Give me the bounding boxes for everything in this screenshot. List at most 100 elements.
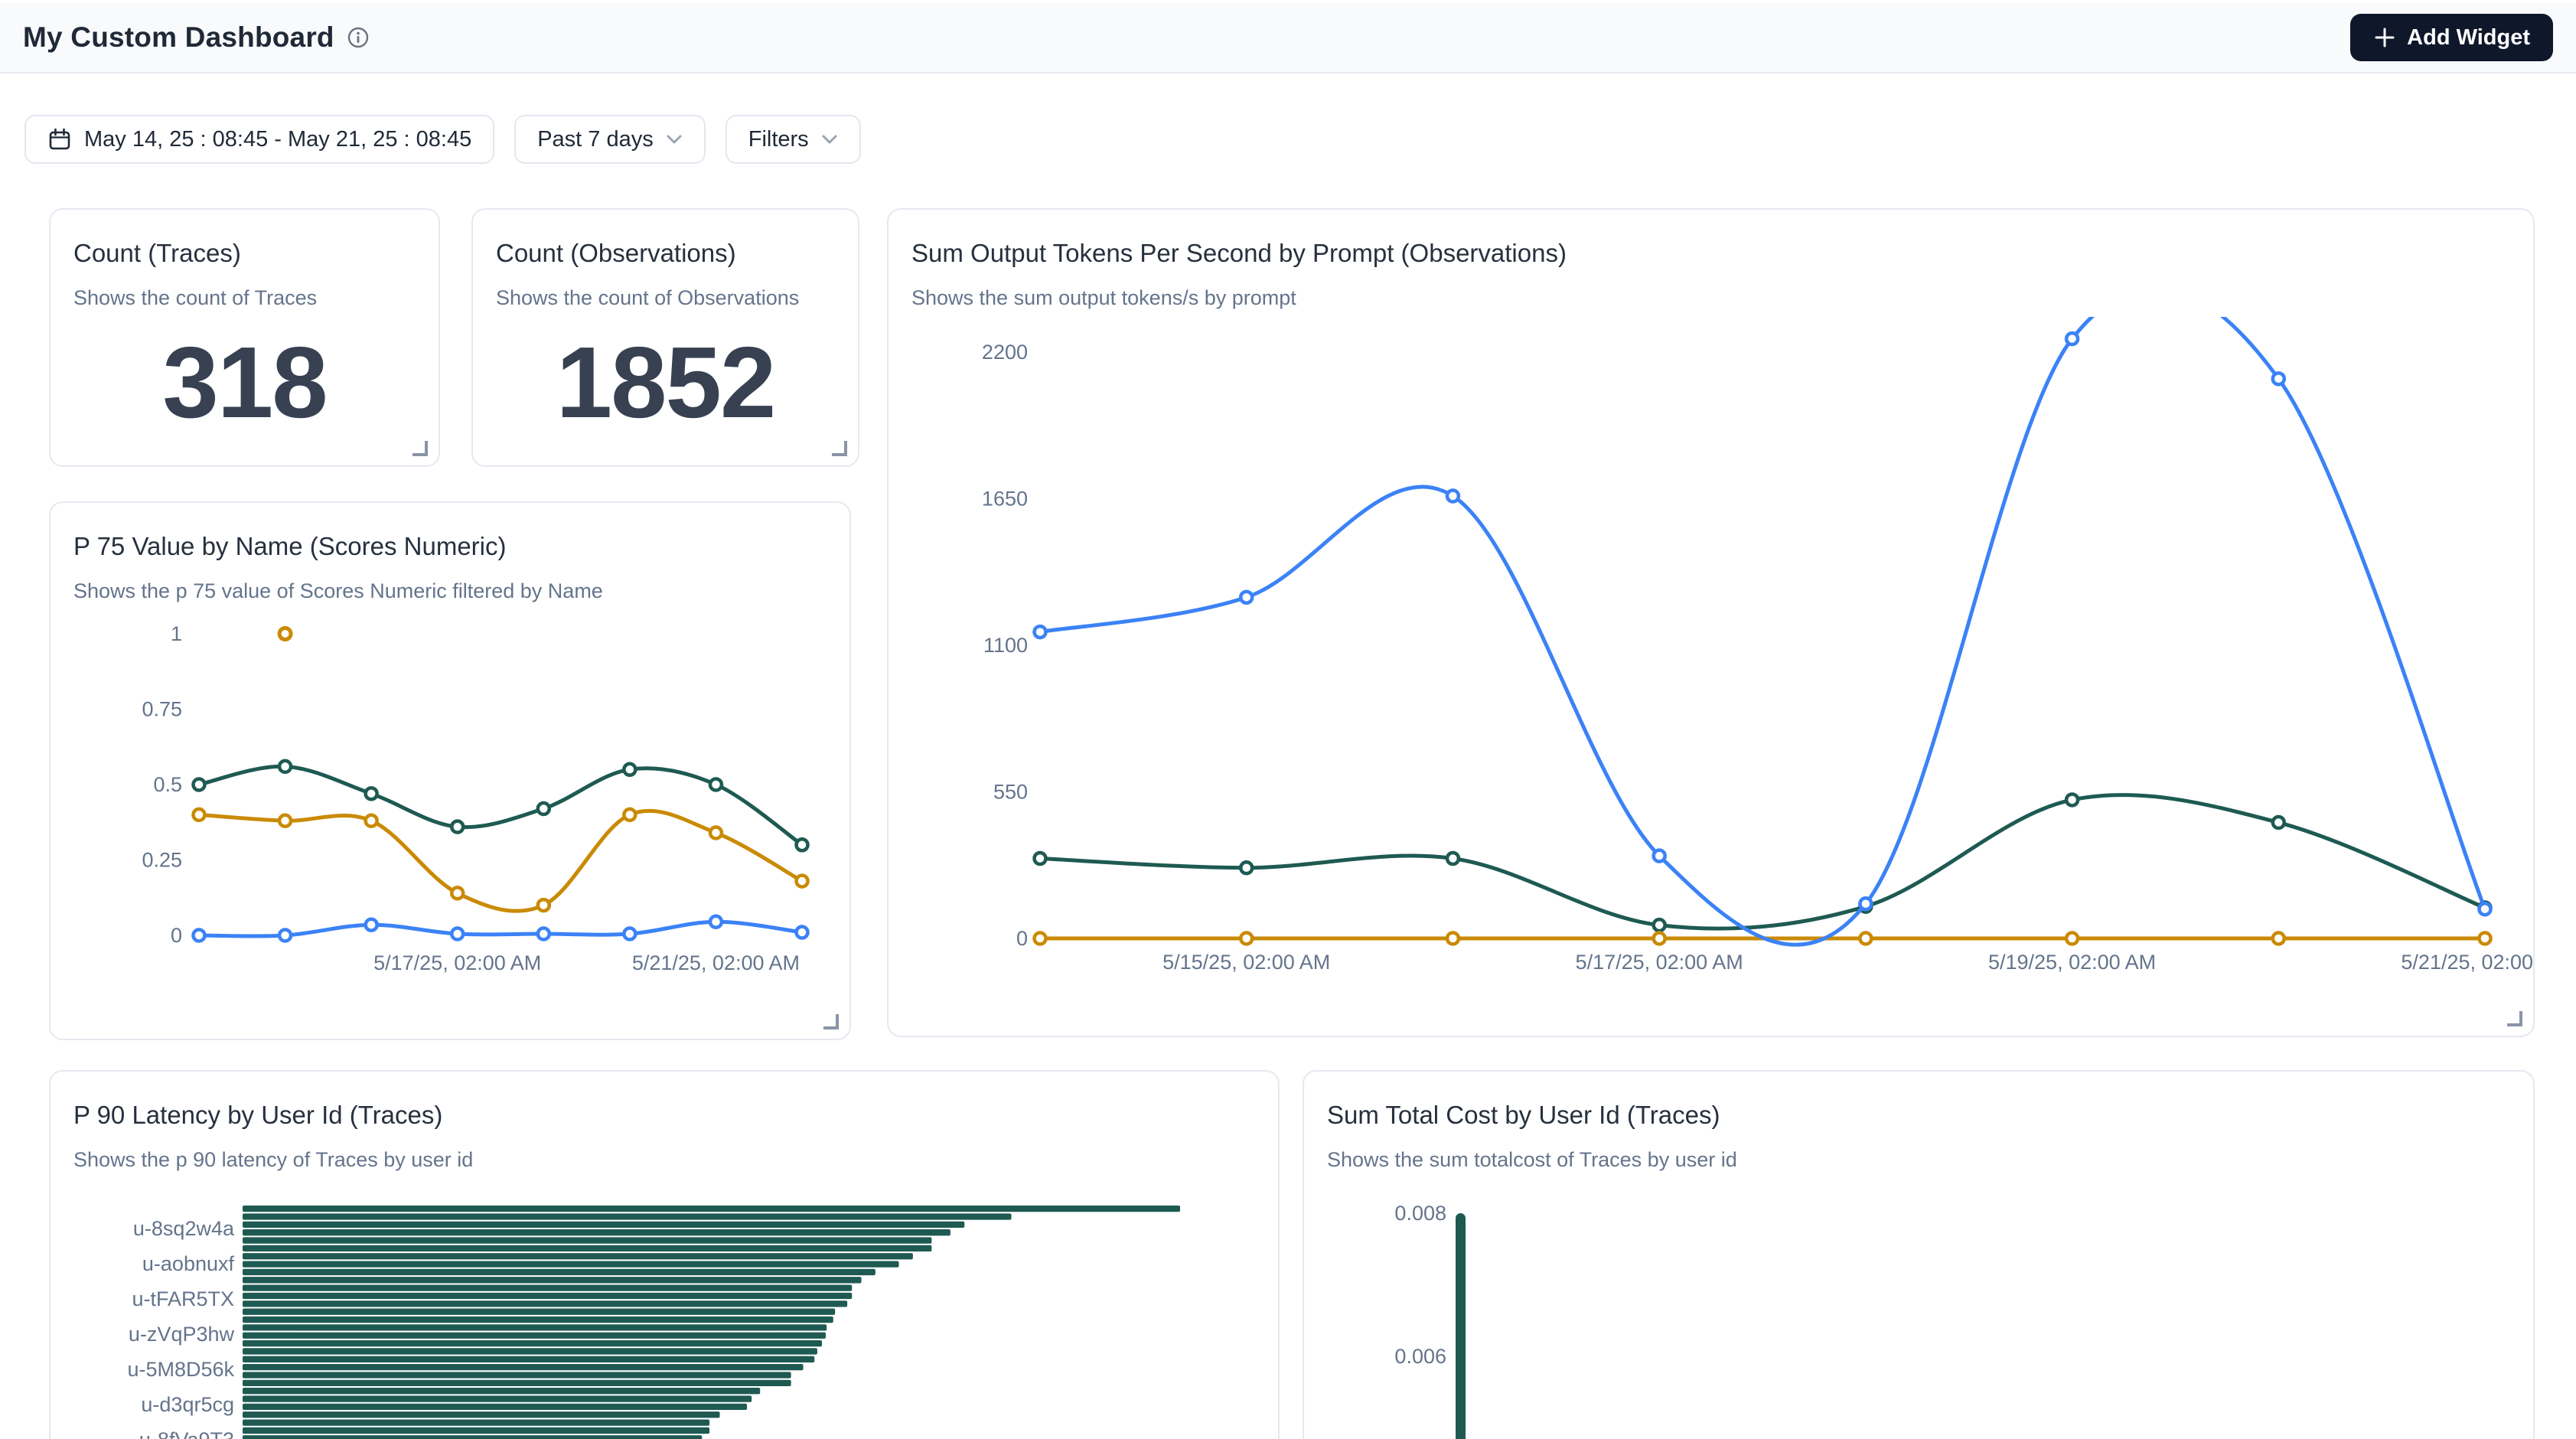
point-series-amber [710, 827, 722, 839]
point-series-blue [624, 928, 635, 940]
widget-title: P 75 Value by Name (Scores Numeric) [73, 532, 507, 561]
point-series-teal [1654, 919, 1665, 931]
y-axis-tick: 2200 [982, 341, 1028, 364]
point-series-amber [366, 815, 377, 827]
chevron-down-icon [821, 134, 838, 145]
date-range-picker[interactable]: May 14, 25 : 08:45 - May 21, 25 : 08:45 [24, 115, 494, 164]
point-series-teal [538, 803, 549, 814]
latency-bar [243, 1388, 760, 1394]
latency-bar [243, 1213, 1012, 1219]
point-series-blue [538, 928, 549, 940]
y-axis-tick: 550 [993, 781, 1028, 804]
latency-bar [243, 1277, 862, 1283]
widget-subtitle: Shows the p 75 value of Scores Numeric f… [73, 579, 603, 603]
latency-bar [243, 1395, 752, 1401]
user-id-label: u-8sq2w4a [133, 1217, 235, 1240]
resize-handle[interactable] [2507, 1011, 2522, 1026]
point-series-blue [797, 927, 808, 938]
point-series-amber [538, 899, 549, 911]
latency-bar [243, 1333, 826, 1339]
header-bar: My Custom Dashboard Add Widget [0, 3, 2576, 73]
y-axis-tick: 1650 [982, 488, 1028, 511]
point-series-blue [2066, 333, 2078, 344]
x-axis-tick: 5/21/25, 02:00 AM [632, 951, 800, 974]
point-series-amber [1654, 933, 1665, 945]
page-title: My Custom Dashboard [23, 21, 334, 54]
point-series-amber [194, 809, 205, 821]
dashboard-page: My Custom Dashboard Add Widget [0, 0, 2576, 1439]
line-series-blue [1040, 317, 2485, 945]
widget-card-sum-total-cost: Sum Total Cost by User Id (Traces) Shows… [1303, 1070, 2535, 1439]
latency-bar [243, 1237, 931, 1243]
range-preset-dropdown[interactable]: Past 7 days [514, 115, 706, 164]
latency-bar [243, 1245, 931, 1251]
range-preset-label: Past 7 days [537, 127, 654, 152]
x-axis-tick: 5/15/25, 02:00 AM [1162, 951, 1330, 974]
point-series-teal [710, 779, 722, 791]
x-axis-tick: 5/19/25, 02:00 AM [1988, 951, 2156, 974]
latency-bar [243, 1340, 822, 1346]
point-series-amber [2480, 933, 2491, 945]
x-axis-tick: 5/21/25, 02:00 AM [2401, 951, 2535, 974]
latency-bar [243, 1428, 709, 1434]
user-id-label: u-tFAR5TX [132, 1287, 234, 1310]
info-icon[interactable] [347, 26, 370, 49]
point-series-amber [797, 876, 808, 887]
p75-line-chart: 00.250.50.7515/17/25, 02:00 AM5/21/25, 0… [51, 602, 851, 1039]
date-range-text: May 14, 25 : 08:45 - May 21, 25 : 08:45 [84, 127, 471, 152]
latency-bar [243, 1222, 964, 1228]
latency-bar [243, 1317, 833, 1323]
resize-handle[interactable] [412, 441, 428, 456]
y-axis-tick: 0.5 [153, 773, 182, 796]
y-axis-tick: 0 [1016, 927, 1028, 950]
latency-bar [243, 1356, 814, 1362]
point-single-point-amber [279, 628, 291, 640]
latency-bar [243, 1324, 827, 1330]
point-series-amber [1035, 933, 1046, 945]
point-series-amber [452, 887, 463, 899]
point-series-amber [2273, 933, 2284, 945]
widget-title: Count (Traces) [73, 239, 241, 268]
latency-bar [243, 1372, 791, 1378]
point-series-amber [2066, 933, 2078, 945]
resize-handle[interactable] [823, 1014, 839, 1029]
p90-bar-chart: u-8sq2w4au-aobnuxfu-tFAR5TXu-zVqP3hwu-5M… [51, 1186, 1280, 1439]
user-id-label: u-aobnuxf [142, 1252, 235, 1275]
widget-card-p75-value: P 75 Value by Name (Scores Numeric) Show… [49, 501, 851, 1040]
point-series-amber [279, 815, 291, 827]
point-series-amber [624, 809, 635, 821]
latency-bar [243, 1285, 852, 1291]
resize-handle[interactable] [832, 441, 847, 456]
point-series-teal [2273, 817, 2284, 828]
latency-bar [243, 1404, 747, 1410]
latency-bar [243, 1261, 899, 1267]
y-axis-tick: 0.75 [142, 698, 182, 721]
filters-dropdown[interactable]: Filters [726, 115, 861, 164]
widget-subtitle: Shows the sum output tokens/s by prompt [911, 286, 1296, 310]
latency-bar [243, 1380, 791, 1386]
y-axis-tick: 0.25 [142, 849, 182, 872]
widget-card-count-traces: Count (Traces) Shows the count of Traces… [49, 208, 440, 467]
widget-subtitle: Shows the count of Observations [496, 286, 799, 310]
x-axis-tick: 5/17/25, 02:00 AM [1576, 951, 1743, 974]
point-series-teal [366, 788, 377, 799]
add-widget-button[interactable]: Add Widget [2350, 14, 2553, 61]
latency-bar [243, 1229, 951, 1235]
user-id-label: u-5M8D56k [127, 1358, 234, 1381]
latency-bar [243, 1269, 876, 1275]
point-series-blue [279, 930, 291, 941]
y-axis-tick: 1 [171, 622, 182, 645]
point-series-teal [1447, 853, 1459, 864]
latency-bar [243, 1206, 1180, 1212]
latency-bar [243, 1253, 913, 1259]
point-series-amber [1860, 933, 1871, 945]
widget-title: Count (Observations) [496, 239, 736, 268]
x-axis-tick: 5/17/25, 02:00 AM [373, 951, 541, 974]
widget-card-p90-latency: P 90 Latency by User Id (Traces) Shows t… [49, 1070, 1280, 1439]
user-id-label: u-d3qr5cg [141, 1393, 234, 1416]
plus-icon [2373, 26, 2396, 49]
point-series-teal [624, 764, 635, 775]
point-series-blue [1241, 592, 1252, 603]
cost-bar [1456, 1213, 1466, 1439]
y-axis-tick: 0.006 [1394, 1345, 1446, 1368]
